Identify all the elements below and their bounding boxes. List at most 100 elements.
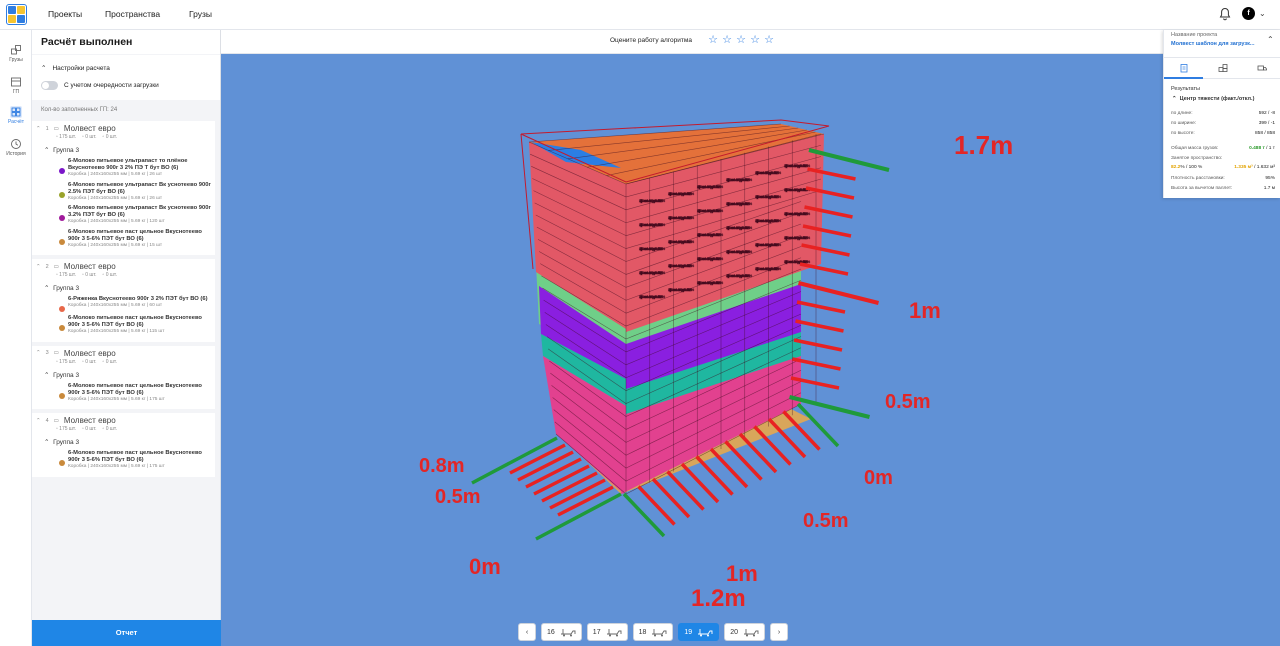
box-label: 2,01 (кг) 6-Сметана Маяк Подрубный 300г … [726,201,752,206]
rail-item-history[interactable]: История [0,138,32,157]
box-label: 2,01 (кг) 6-Сметана Маяк Подрубный 300г … [755,242,781,247]
rail-item-cargo[interactable]: Грузы [0,44,32,63]
cargo-item[interactable]: 6-Молоко питьевое ультрапаст Вк уснотеев… [59,182,211,203]
pallet-card[interactable]: ⌃ 1 ▭ Молвест евро ▫ 175 шт. ▫ 0 шт. ▫ 0 шт. ⌃ … [32,121,215,255]
panel-title: Расчёт выполнен [32,30,220,54]
pallet-card-header[interactable]: ⌃ 4 ▭ Молвест евро [36,416,211,425]
rail-label: ГП [12,89,20,95]
page-button-19[interactable]: 19 [678,623,720,641]
center-of-gravity-header[interactable]: ⌃ Центр тяжести (факт./откл.) [1172,96,1254,102]
tab-results[interactable] [1164,58,1203,79]
rating-bar: Оцените работу алгоритма ☆ ☆ ☆ ☆ ☆ [221,30,1163,54]
cargo-item[interactable]: 6-Молоко питьевое ультрапаст то плёное В… [59,158,211,179]
pallet-index: 1 [45,125,49,132]
pallet-card-header[interactable]: ⌃ 3 ▭ Молвест евро [36,349,211,358]
occupied-space-label-row: Занятое пространство: [1171,156,1275,161]
group-header[interactable]: ⌃ Группа 3 [44,146,211,154]
cargo-item-name: 6-Молоко питьевое паст цельное Вкуснотее… [68,450,202,463]
pallet-name: Молвест евро [63,416,116,425]
boxes-icon [1218,64,1227,72]
bell-icon[interactable] [1219,7,1231,21]
pallet-3d-render[interactable]: 2,01 (кг) 6-Сметана Маяк Подрубный 300г … [221,54,1280,646]
pallet-card-header[interactable]: ⌃ 1 ▭ Молвест евро [36,124,211,133]
length-tick [666,470,705,511]
box-label: 2,01 (кг) 6-Сметана Маяк Подрубный 300г … [697,256,723,261]
truck-icon [1257,65,1267,71]
box-label: 2,01 (кг) 6-Сметана Маяк Подрубный 300г … [639,246,665,251]
page-button-17[interactable]: 17 [586,623,628,641]
tab-cargo[interactable] [1203,58,1242,79]
rail-item-pallets[interactable]: ГП [0,76,32,95]
page-button-16[interactable]: 16 [541,623,582,641]
app-logo[interactable] [6,4,27,25]
rating-star-icon[interactable]: ☆ [763,33,775,46]
chevron-up-icon[interactable]: ⌃ [36,126,41,132]
nav-projects[interactable]: Проекты [48,9,82,19]
rating-star-icon[interactable]: ☆ [707,33,719,46]
load-order-toggle[interactable] [41,81,58,90]
group-label: Группа 3 [53,371,80,379]
chevron-up-icon[interactable]: ⌃ [36,264,41,270]
page-button-20[interactable]: 20 [724,623,765,641]
chevron-up-icon[interactable]: ⌃ [36,418,41,424]
cog-width-value: 399 / -1 [1258,121,1275,126]
prev-page-button[interactable]: ‹ [518,623,536,641]
box-label: 2,01 (кг) 6-Сметана Маяк Подрубный 300г … [726,249,752,254]
net-height-label: Высота за вычетом паллет: [1171,186,1233,191]
top-navigation-bar: Проекты Пространства Грузы f ⌄ [0,0,1280,30]
height-tick [798,281,879,305]
rating-star-icon[interactable]: ☆ [749,33,761,46]
pallet-card[interactable]: ⌃ 4 ▭ Молвест евро ▫ 175 шт. ▫ 0 шт. ▫ 0 шт. ⌃ … [32,413,215,477]
nav-spaces[interactable]: Пространства [105,9,160,19]
tab-transport[interactable] [1242,58,1280,79]
chevron-down-icon[interactable]: ⌄ [1259,9,1266,18]
rating-star-icon[interactable]: ☆ [721,33,733,46]
occupied-space-label: Занятое пространство: [1171,156,1223,161]
cargo-item[interactable]: 6-Молоко питьевое паст цельное Вкуснотее… [59,450,211,471]
calculation-icon [10,106,22,118]
pallet-3d-view[interactable]: 2,01 (кг) 6-Сметана Маяк Подрубный 300г … [221,54,1280,646]
pallet-stats: ▫ 175 шт. ▫ 0 шт. ▫ 0 шт. [56,134,211,140]
pallet-index: 2 [45,263,49,270]
cargo-item[interactable]: 6-Молоко питьевое ультрапаст Вк уснотеев… [59,205,211,226]
width-tick [535,492,622,541]
rail-item-calculation[interactable]: Расчёт [0,106,32,125]
cargo-item-name: 6-Молоко питьевое паст цельное Вкуснотее… [68,382,202,396]
total-mass-row: Общая масса грузов: 0.488 т / 1 т [1171,146,1275,151]
cargo-item[interactable]: 6-Молоко питьевое паст цельное Вкуснотее… [59,315,211,336]
pallet-card[interactable]: ⌃ 2 ▭ Молвест евро ▫ 175 шт. ▫ 0 шт. ▫ 0 шт. ⌃ … [32,259,215,342]
next-page-button[interactable]: › [769,623,788,641]
pallet-stat: ▫ 175 шт. [56,426,77,432]
density-row: Плотность расстановки: 95% [1171,176,1275,181]
group-header[interactable]: ⌃ Группа 3 [44,438,211,446]
project-name-value[interactable]: Молвест шаблон для загрузк... [1171,41,1255,47]
group-header[interactable]: ⌃ Группа 3 [44,284,211,292]
rating-star-icon[interactable]: ☆ [735,33,747,46]
pallet-stat: ▫ 0 шт. [102,272,118,278]
cargo-item-name: 6-Молоко питьевое ультрапаст Вк уснотеев… [68,181,211,195]
cargo-item[interactable]: 6-Молоко питьевое паст цельное Вкуснотее… [59,383,211,404]
page-button-18[interactable]: 18 [632,623,674,641]
length-tick [680,462,720,504]
box-label: 2,01 (кг) 6-Сметана Маяк Подрубный 300г … [697,232,723,237]
nav-cargo[interactable]: Грузы [189,9,212,19]
report-button[interactable]: Отчет [32,620,221,646]
pallet-card-header[interactable]: ⌃ 2 ▭ Молвест евро [36,262,211,271]
pallet-stat: ▫ 0 шт. [82,358,97,365]
cargo-item[interactable]: 6-Молоко питьевое паст цельное Вкуснотее… [59,229,211,250]
chevron-up-icon[interactable]: ⌃ [1267,35,1274,44]
cargo-item-meta: Коробка | 240x160x255 мм | 5.69 кг | 175… [68,396,165,402]
settings-label: Настройки расчета [52,64,110,72]
group-header[interactable]: ⌃ Группа 3 [44,371,211,379]
pallet-truck-icon [698,628,713,636]
cargo-color-dot [59,325,65,331]
user-avatar[interactable]: f [1242,7,1255,20]
chevron-up-icon[interactable]: ⌃ [36,350,41,356]
cargo-color-dot [59,306,65,312]
cargo-item[interactable]: 6-Ряженка Вкуснотеево 900г 3 2% ПЭТ бут … [59,296,211,312]
settings-header[interactable]: ⌃ Настройки расчета [41,64,211,73]
cargo-icon [11,45,21,55]
center-of-gravity-title: Центр тяжести (факт./откл.) [1179,96,1255,102]
occupied-space-percent-total: % / 100 % [1180,165,1203,170]
pallet-card[interactable]: ⌃ 3 ▭ Молвест евро ▫ 175 шт. ▫ 0 шт. ▫ 0 шт. ⌃ … [32,345,215,409]
